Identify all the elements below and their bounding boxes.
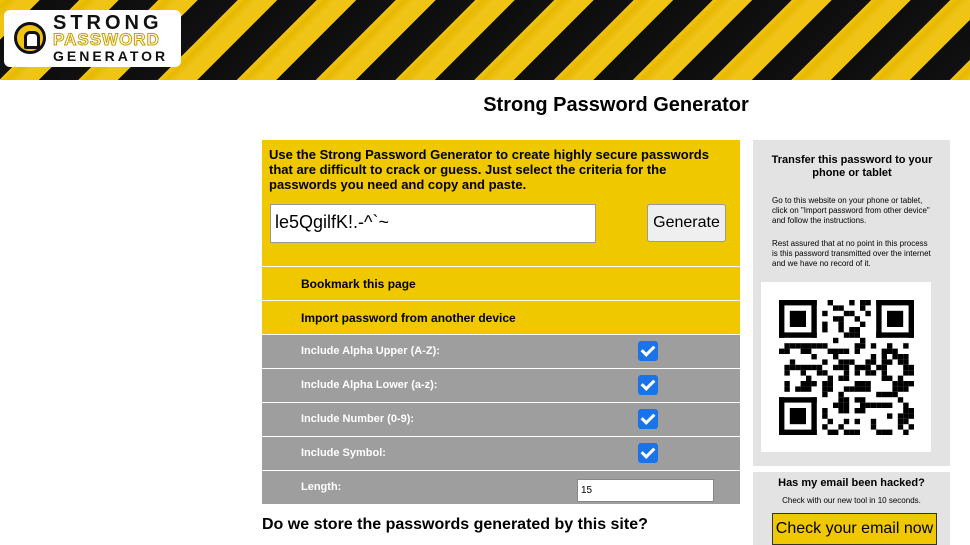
- import-label: Import password from another device: [301, 311, 516, 325]
- length-input[interactable]: 15: [577, 479, 714, 502]
- transfer-title: Transfer this password to your phone or …: [771, 154, 933, 179]
- intro-text: Use the Strong Password Generator to cre…: [269, 147, 709, 192]
- check-email-button[interactable]: Check your email now: [772, 513, 937, 545]
- option-row-lower: Include Alpha Lower (a-z):: [262, 368, 740, 402]
- site-logo[interactable]: STRONG PASSWORD GENERATOR: [4, 10, 181, 67]
- include-upper-checkbox[interactable]: [638, 341, 658, 361]
- faq-question: Do we store the passwords generated by t…: [262, 516, 648, 533]
- generator-panel: Use the Strong Password Generator to cre…: [262, 140, 740, 504]
- page-title: Strong Password Generator: [483, 94, 749, 116]
- option-row-number: Include Number (0-9):: [262, 402, 740, 436]
- length-label: Length:: [301, 481, 342, 493]
- generate-button[interactable]: Generate: [647, 204, 726, 242]
- include-symbol-checkbox[interactable]: [638, 443, 658, 463]
- option-label: Include Alpha Upper (A-Z):: [301, 345, 440, 357]
- lock-icon: [14, 22, 46, 54]
- option-row-upper: Include Alpha Upper (A-Z):: [262, 334, 740, 368]
- option-label: Include Alpha Lower (a-z):: [301, 379, 438, 391]
- transfer-assurance: Rest assured that at no point in this pr…: [772, 239, 931, 268]
- option-label: Include Number (0-9):: [301, 413, 415, 425]
- generator-intro-box: Use the Strong Password Generator to cre…: [262, 140, 740, 266]
- bookmark-link[interactable]: Bookmark this page: [262, 266, 740, 300]
- include-number-checkbox[interactable]: [638, 409, 658, 429]
- include-lower-checkbox[interactable]: [638, 375, 658, 395]
- password-field[interactable]: le5QgilfK!.-^`~: [270, 204, 596, 243]
- qr-code-image: [779, 300, 914, 435]
- email-check-title: Has my email been hacked?: [778, 477, 925, 489]
- transfer-instructions: Go to this website on your phone or tabl…: [772, 196, 930, 225]
- email-check-text: Check with our new tool in 10 seconds.: [782, 496, 921, 505]
- option-row-length: Length: 15: [262, 470, 740, 504]
- import-password-link[interactable]: Import password from another device: [262, 300, 740, 334]
- logo-text-password: PASSWORD: [53, 30, 160, 50]
- transfer-panel: Transfer this password to your phone or …: [753, 140, 950, 466]
- header-banner: STRONG PASSWORD GENERATOR: [0, 0, 970, 80]
- option-row-symbol: Include Symbol:: [262, 436, 740, 470]
- qr-code: [761, 282, 931, 452]
- bookmark-label: Bookmark this page: [301, 277, 416, 291]
- option-label: Include Symbol:: [301, 447, 386, 459]
- email-check-panel: Has my email been hacked? Check with our…: [753, 472, 950, 545]
- logo-text-generator: GENERATOR: [53, 48, 169, 64]
